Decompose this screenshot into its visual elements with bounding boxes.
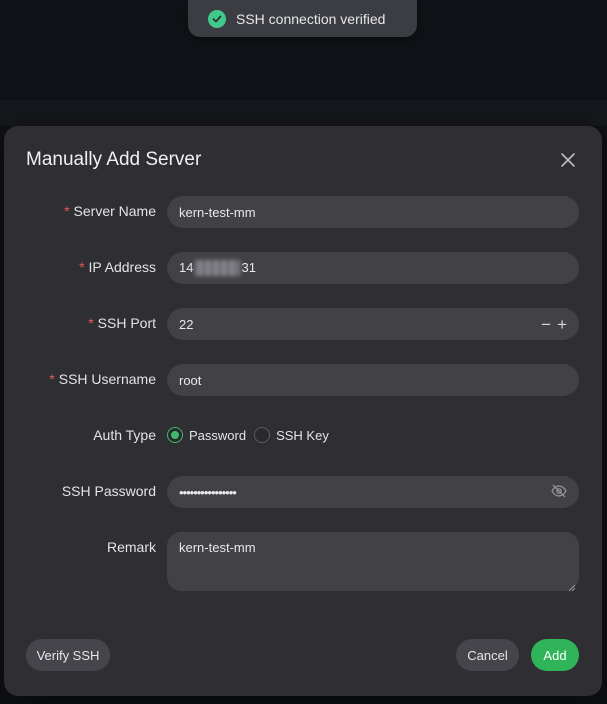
backdrop-band [0, 100, 607, 126]
auth-option-ssh-key[interactable]: SSH Key [254, 427, 329, 443]
ssh-password-input[interactable]: •••••••••••••••• [167, 476, 579, 508]
remark-textarea[interactable]: kern-test-mm [167, 532, 579, 592]
toast-notification: SSH connection verified [188, 0, 417, 37]
eye-off-icon[interactable] [551, 484, 567, 501]
decrement-button[interactable]: − [541, 316, 551, 333]
ip-address-label: * IP Address [79, 259, 156, 275]
verify-ssh-button[interactable]: Verify SSH [26, 639, 110, 671]
server-name-input[interactable]: kern-test-mm [167, 196, 579, 228]
ssh-port-input[interactable]: 22 − + [167, 308, 579, 340]
ssh-username-label: * SSH Username [49, 371, 156, 387]
port-stepper: − + [541, 316, 567, 333]
resize-handle-icon[interactable] [568, 580, 576, 592]
auth-type-radio-group: Password SSH Key [167, 427, 337, 443]
toast-message: SSH connection verified [236, 10, 386, 27]
server-name-label: * Server Name [64, 203, 156, 219]
remark-label: Remark [106, 539, 156, 555]
auth-type-label: Auth Type [93, 427, 156, 443]
ssh-key-radio[interactable] [254, 427, 271, 443]
add-button[interactable]: Add [531, 639, 579, 671]
ssh-username-input[interactable]: root [167, 364, 579, 396]
auth-option-password[interactable]: Password [167, 427, 246, 443]
close-icon[interactable] [560, 152, 576, 168]
cancel-button[interactable]: Cancel [456, 639, 519, 671]
redacted-blur [194, 260, 241, 277]
ssh-password-label: SSH Password [61, 483, 156, 499]
ip-address-input[interactable]: 14 31 [167, 252, 579, 284]
dialog-title: Manually Add Server [26, 149, 202, 170]
add-server-dialog: Manually Add Server * Server Name kern-te… [4, 126, 602, 696]
password-radio[interactable] [167, 427, 183, 443]
check-circle-icon [208, 9, 226, 28]
increment-button[interactable]: + [557, 316, 567, 333]
ssh-port-label: * SSH Port [88, 315, 156, 331]
